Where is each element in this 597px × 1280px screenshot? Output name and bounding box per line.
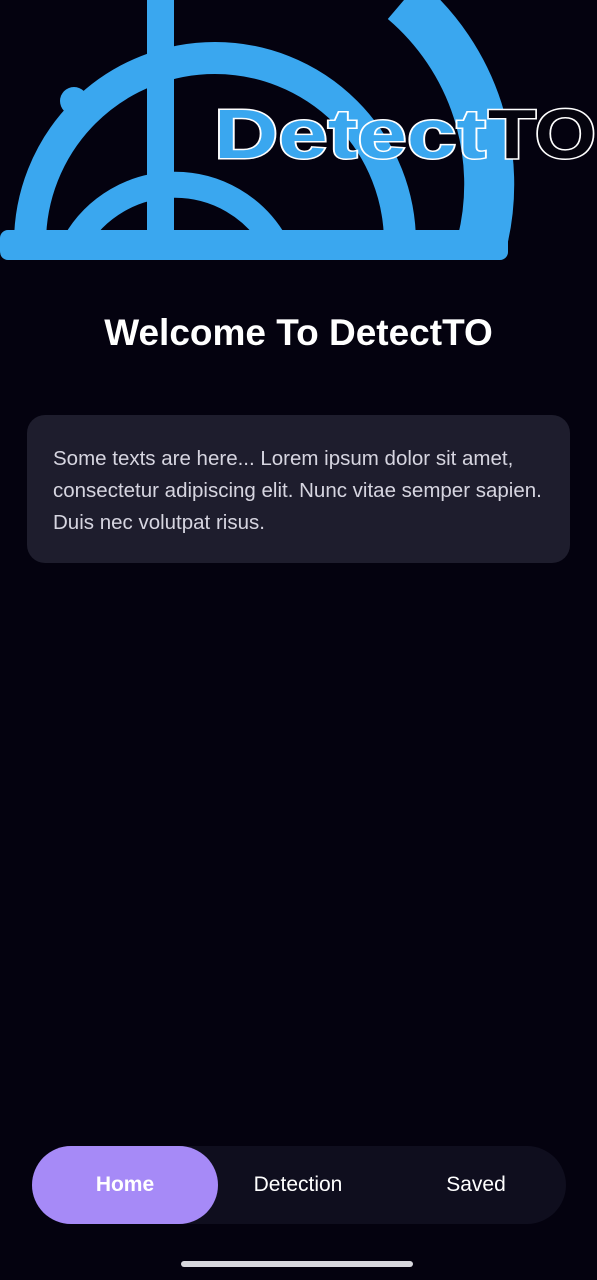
nav-item-detection[interactable]: Detection: [212, 1146, 384, 1224]
logo-banner: Detect TO: [0, 0, 597, 265]
nav-item-saved[interactable]: Saved: [390, 1146, 562, 1224]
nav-item-home[interactable]: Home: [32, 1146, 218, 1224]
info-text: Some texts are here... Lorem ipsum dolor…: [53, 447, 542, 534]
brand-text-part1: Detect: [214, 95, 486, 173]
home-indicator[interactable]: [181, 1261, 413, 1267]
app-screen: Detect TO Welcome To DetectTO Some texts…: [0, 0, 597, 1280]
info-card: Some texts are here... Lorem ipsum dolor…: [27, 415, 570, 563]
bottom-nav: Detection Saved Home: [32, 1146, 566, 1224]
brand-text-part2: TO: [488, 95, 596, 173]
page-title: Welcome To DetectTO: [104, 312, 493, 353]
radar-logo-icon: Detect TO: [0, 0, 597, 260]
